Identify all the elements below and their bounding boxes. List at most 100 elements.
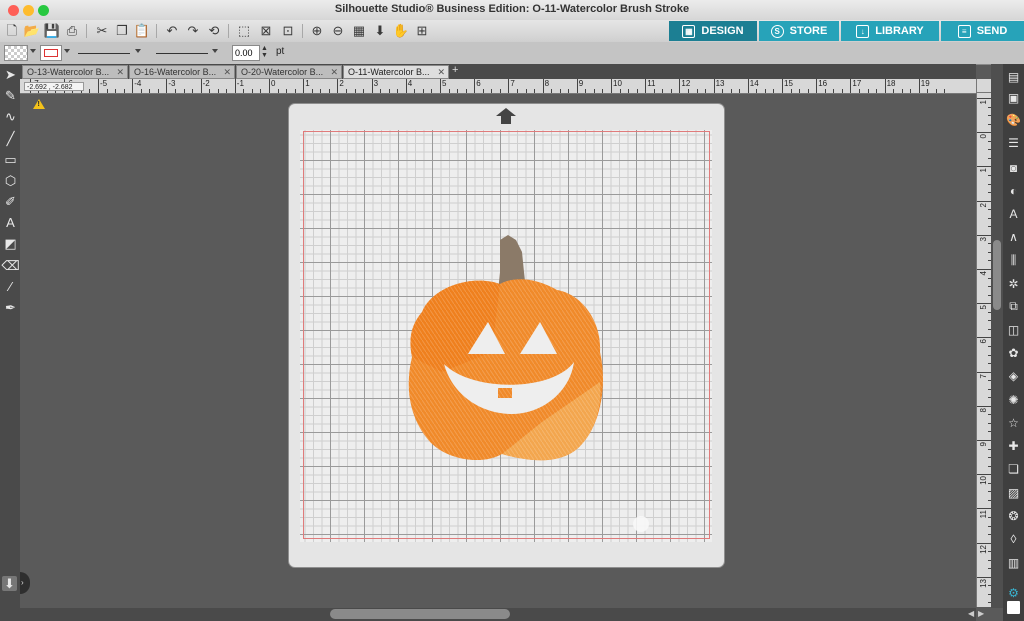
- open-folder-icon[interactable]: 📂: [24, 23, 40, 39]
- zoom-select-icon[interactable]: ▦: [351, 23, 367, 39]
- line-tool-icon[interactable]: ╱: [2, 130, 19, 147]
- sketch-icon[interactable]: ✺: [1005, 391, 1022, 408]
- add-tab-button[interactable]: +: [452, 64, 458, 76]
- print-icon[interactable]: ⎙: [64, 23, 80, 39]
- ruler-h-label: 9: [578, 79, 584, 88]
- replicate-icon[interactable]: ⧉: [1005, 298, 1022, 315]
- fill-bucket-icon[interactable]: ◩: [2, 235, 19, 252]
- tab-store[interactable]: S STORE: [759, 21, 839, 41]
- zoom-out-icon[interactable]: ⊖: [330, 23, 346, 39]
- line-width-stepper[interactable]: ▲ ▼: [261, 45, 268, 59]
- tab-design[interactable]: ▦ DESIGN: [669, 21, 757, 41]
- polygon-tool-icon[interactable]: ⬡: [2, 172, 19, 189]
- hatch-icon[interactable]: ▨: [1005, 484, 1022, 501]
- copy-icon[interactable]: ❐: [114, 23, 130, 39]
- close-tab-icon[interactable]: ✕: [223, 66, 231, 78]
- scroll-right-arrow-icon[interactable]: ▶: [978, 609, 984, 618]
- fill-color-swatch[interactable]: [4, 45, 28, 61]
- close-tab-icon[interactable]: ✕: [437, 66, 445, 78]
- transform-icon[interactable]: ✲: [1005, 275, 1022, 292]
- doc-tab[interactable]: O-13-Watercolor B... ✕: [22, 65, 128, 79]
- ruler-h-tick: [585, 89, 587, 93]
- doc-tab[interactable]: O-16-Watercolor B... ✕: [129, 65, 235, 79]
- line-color-swatch[interactable]: [40, 45, 62, 61]
- line-style-icon[interactable]: ☰: [1005, 134, 1022, 151]
- ruler-h-tick: [833, 89, 835, 93]
- deselect-icon[interactable]: ⊠: [258, 23, 274, 39]
- line-join-dropdown-icon[interactable]: [212, 49, 218, 53]
- zoom-in-icon[interactable]: ⊕: [309, 23, 325, 39]
- settings-gear-icon[interactable]: ⚙: [1005, 584, 1022, 601]
- point-edit-icon[interactable]: ✎: [2, 87, 19, 104]
- line-join-preview[interactable]: [156, 53, 208, 54]
- puzzle-icon[interactable]: ✚: [1005, 437, 1022, 454]
- new-document-icon[interactable]: 🗋: [4, 23, 20, 39]
- emboss-icon[interactable]: ◊: [1005, 530, 1022, 547]
- ruler-h-tick: [371, 79, 373, 93]
- ruler-h-tick: [739, 89, 741, 93]
- scroll-left-arrow-icon[interactable]: ◀: [968, 609, 974, 618]
- line-style-preview[interactable]: [78, 53, 130, 54]
- close-tab-icon[interactable]: ✕: [116, 66, 124, 78]
- text-style-icon[interactable]: A: [1005, 205, 1022, 222]
- warning-mark: !: [37, 101, 40, 108]
- eraser-icon[interactable]: ⌫: [1, 257, 19, 274]
- expand-panel-icon[interactable]: ›: [20, 572, 30, 594]
- freehand-tool-icon[interactable]: ✐: [2, 193, 19, 210]
- line-style-dropdown-icon[interactable]: [135, 49, 141, 53]
- modify-icon[interactable]: ◫: [1005, 321, 1022, 338]
- trace-icon[interactable]: ◈: [1005, 367, 1022, 384]
- select-arrow-icon[interactable]: ➤: [2, 66, 19, 83]
- redo-icon[interactable]: ↷: [185, 23, 201, 39]
- horizontal-scroll-thumb[interactable]: [330, 609, 510, 619]
- line-width-input[interactable]: [232, 45, 260, 61]
- ruler-h-tick: [722, 89, 724, 93]
- knife-tool-icon[interactable]: ✒: [2, 299, 19, 316]
- bezier-icon[interactable]: ∿: [2, 108, 19, 125]
- fit-to-page-icon[interactable]: ⊞: [414, 23, 430, 39]
- line-color-dropdown-icon[interactable]: [64, 49, 70, 53]
- page-setup-icon[interactable]: ▤: [1005, 68, 1022, 85]
- rhinestone-icon[interactable]: ❂: [1005, 507, 1022, 524]
- star-shape-icon[interactable]: ☆: [1005, 414, 1022, 431]
- watercolor-pumpkin-image[interactable]: [402, 232, 612, 472]
- doc-tab-label: O-13-Watercolor B...: [27, 67, 110, 77]
- paste-clipboard-icon[interactable]: 📋: [134, 23, 150, 39]
- image-effects-icon[interactable]: ◙: [1005, 159, 1022, 176]
- map-icon[interactable]: ▥: [1005, 554, 1022, 571]
- save-icon[interactable]: 💾: [44, 23, 60, 39]
- ruler-h-tick: [226, 89, 228, 93]
- doc-tab-active[interactable]: O-11-Watercolor B... ✕: [343, 65, 449, 79]
- contrast-icon[interactable]: ◐: [1005, 182, 1022, 199]
- text-tool-icon[interactable]: A: [2, 214, 19, 231]
- vertical-scrollbar[interactable]: [991, 64, 1003, 608]
- move-down-arrow-icon[interactable]: ⬇: [372, 23, 388, 39]
- vertical-scroll-thumb[interactable]: [993, 240, 1001, 310]
- align-icon[interactable]: ⫼: [1005, 252, 1022, 269]
- cut-scissors-icon[interactable]: ✂: [94, 23, 110, 39]
- fill-color-dropdown-icon[interactable]: [30, 49, 36, 53]
- eyedropper-icon[interactable]: ⁄: [2, 278, 19, 295]
- pixscan-icon[interactable]: ▣: [1005, 89, 1022, 106]
- close-tab-icon[interactable]: ✕: [330, 66, 338, 78]
- fill-palette-icon[interactable]: 🎨: [1005, 111, 1022, 128]
- select-all-icon[interactable]: ⬚: [236, 23, 252, 39]
- undo-icon[interactable]: ↶: [164, 23, 180, 39]
- pan-hand-icon[interactable]: ✋: [393, 23, 409, 39]
- redraw-icon[interactable]: ⟲: [206, 23, 222, 39]
- ruler-v-tick: [977, 371, 992, 373]
- ruler-h-label: -3: [168, 79, 176, 88]
- tab-send[interactable]: ≡ SEND: [941, 21, 1024, 41]
- import-down-icon[interactable]: ⬇: [2, 576, 17, 591]
- ruler-h-tick: [756, 89, 758, 93]
- color-swatch-icon[interactable]: [1007, 601, 1020, 614]
- doc-tab[interactable]: O-20-Watercolor B... ✕: [236, 65, 342, 79]
- tab-library[interactable]: ↓ LIBRARY: [841, 21, 939, 41]
- rectangle-tool-icon[interactable]: ▭: [2, 151, 19, 168]
- delete-icon[interactable]: ⊡: [280, 23, 296, 39]
- text-path-icon[interactable]: ∧: [1005, 228, 1022, 245]
- ruler-h-tick: [345, 89, 347, 93]
- layers-icon[interactable]: ❏: [1005, 460, 1022, 477]
- offset-icon[interactable]: ✿: [1005, 344, 1022, 361]
- mat-feed-arrow-icon[interactable]: [496, 108, 516, 124]
